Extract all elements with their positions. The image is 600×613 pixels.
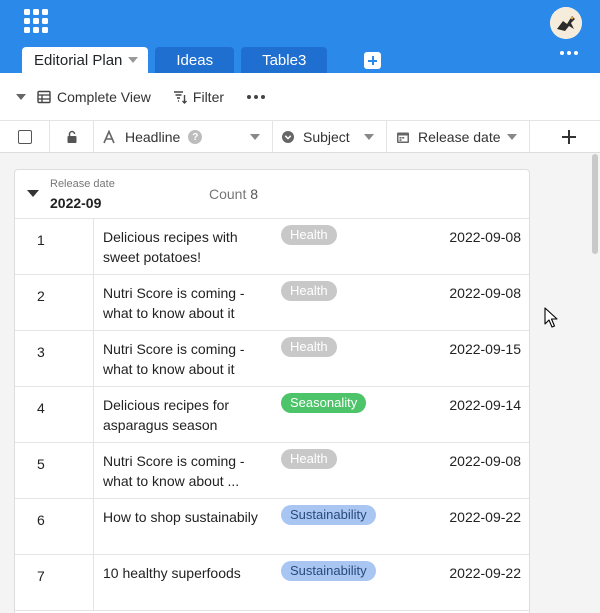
single-select-icon [282, 131, 294, 143]
release-date-cell: 2022-09-08 [449, 285, 521, 301]
column-release-date[interactable]: Release date [387, 121, 530, 153]
row-number: 2 [37, 288, 45, 304]
apps-grid-icon[interactable] [24, 9, 48, 33]
headline-text: what to know about it [103, 305, 235, 321]
column-label: Subject [303, 129, 350, 145]
chevron-down-icon[interactable] [364, 134, 374, 140]
group-count: Count 8 [209, 186, 258, 202]
table-row[interactable]: 5 Nutri Score is coming - what to know a… [15, 443, 529, 499]
release-date-cell: 2022-09-22 [449, 509, 521, 525]
calendar-icon [397, 132, 409, 143]
headline-text: sweet potatoes! [103, 249, 202, 265]
headline-cell[interactable]: Delicious recipes with sweet potatoes! [103, 227, 271, 267]
table-row[interactable]: 4 Delicious recipes for asparagus season… [15, 387, 529, 443]
subject-tag: Health [281, 225, 337, 245]
subject-tag: Health [281, 449, 337, 469]
headline-cell[interactable]: Nutri Score is coming - what to know abo… [103, 339, 271, 379]
select-all-cell [0, 121, 50, 153]
tab-editorial-plan[interactable]: Editorial Plan [22, 47, 149, 73]
toolbar-more-icon[interactable] [247, 94, 266, 99]
add-table-icon[interactable] [364, 52, 382, 69]
headline-text: what to know about it [103, 361, 235, 377]
subject-tag: Health [281, 337, 337, 357]
table-row[interactable]: 7 10 healthy superfoods Sustainability 2… [15, 555, 529, 611]
table-row[interactable]: 1 Delicious recipes with sweet potatoes!… [15, 219, 529, 275]
more-options-icon[interactable] [560, 51, 578, 55]
chevron-down-icon[interactable] [128, 57, 139, 63]
column-label: Release date [418, 129, 501, 145]
headline-text: 10 healthy superfoods [103, 565, 241, 581]
row-number: 4 [37, 400, 45, 416]
select-all-checkbox[interactable] [17, 130, 32, 144]
headline-text: asparagus season [103, 417, 218, 433]
subject-tag: Sustainability [281, 505, 376, 525]
row-number: 7 [37, 568, 45, 584]
column-subject[interactable]: Subject [273, 121, 387, 153]
headline-text: Delicious recipes with [103, 229, 238, 245]
subject-tag: Health [281, 281, 337, 301]
table-row[interactable]: 3 Nutri Score is coming - what to know a… [15, 331, 529, 387]
headline-text: Delicious recipes for [103, 397, 230, 413]
table-row[interactable]: 2 Nutri Score is coming - what to know a… [15, 275, 529, 331]
release-date-cell: 2022-09-22 [449, 565, 521, 581]
headline-text: what to know about ... [103, 473, 240, 489]
chevron-down-icon[interactable] [507, 134, 517, 140]
unlock-icon[interactable] [66, 130, 78, 144]
mouse-cursor-icon [544, 307, 558, 328]
views-toggle-icon[interactable] [16, 93, 26, 100]
headline-cell[interactable]: Nutri Score is coming - what to know abo… [103, 283, 271, 323]
tab-label: Editorial Plan [34, 51, 123, 69]
view-label: Complete View [57, 88, 151, 105]
collapse-group-icon[interactable] [27, 190, 39, 197]
table-tabs: Editorial Plan Ideas Table3 [22, 47, 382, 73]
column-label: Headline [125, 129, 181, 145]
release-date-cell: 2022-09-15 [449, 341, 521, 357]
release-date-cell: 2022-09-08 [449, 453, 521, 469]
subject-tag: Sustainability [281, 561, 376, 581]
count-value: 8 [250, 186, 259, 202]
headline-cell[interactable]: Nutri Score is coming - what to know abo… [103, 451, 271, 491]
column-header-row: Headline ? Subject Release date [0, 121, 600, 153]
tab-label: Table3 [262, 51, 307, 69]
row-number: 3 [37, 344, 45, 360]
headline-cell[interactable]: 10 healthy superfoods [103, 563, 271, 583]
subject-tag: Seasonality [281, 393, 367, 413]
column-headline[interactable]: Headline ? [94, 121, 273, 153]
release-date-cell: 2022-09-14 [449, 397, 521, 413]
filter-label: Filter [192, 88, 225, 105]
row-number: 6 [37, 512, 45, 528]
headline-text: How to shop sustainabily [103, 509, 258, 525]
chevron-down-icon[interactable] [250, 134, 260, 140]
filter-icon [173, 90, 187, 104]
view-toolbar: Complete View Filter [0, 73, 600, 121]
record-group: Release date 2022-09 Count 8 1 Delicious… [14, 169, 530, 613]
group-field-label: Release date [50, 178, 115, 190]
row-number: 5 [37, 456, 45, 472]
group-header: Release date 2022-09 Count 8 [15, 170, 529, 219]
tab-ideas[interactable]: Ideas [155, 47, 235, 73]
tab-table3[interactable]: Table3 [241, 47, 328, 73]
headline-cell[interactable]: How to shop sustainabily [103, 507, 271, 527]
view-selector-button[interactable]: Complete View [37, 89, 151, 105]
filter-button[interactable]: Filter [173, 89, 224, 105]
headline-text: Nutri Score is coming - [103, 341, 245, 357]
text-type-icon [103, 130, 115, 144]
count-label: Count [209, 186, 247, 202]
release-date-cell: 2022-09-08 [449, 229, 521, 245]
add-column-icon[interactable] [560, 128, 578, 146]
table-row[interactable]: 6 How to shop sustainabily Sustainabilit… [15, 499, 529, 555]
headline-text: Nutri Score is coming - [103, 453, 245, 469]
headline-text: Nutri Score is coming - [103, 285, 245, 301]
row-number: 1 [37, 232, 45, 248]
avatar[interactable] [550, 7, 582, 39]
top-bar: Editorial Plan Ideas Table3 [0, 0, 600, 73]
vertical-scrollbar[interactable] [592, 154, 600, 254]
group-value: 2022-09 [50, 195, 102, 211]
help-icon[interactable]: ? [188, 130, 203, 144]
table-view-icon [37, 90, 51, 103]
lock-cell [50, 121, 94, 153]
headline-cell[interactable]: Delicious recipes for asparagus season [103, 395, 271, 435]
tab-label: Ideas [176, 51, 214, 69]
